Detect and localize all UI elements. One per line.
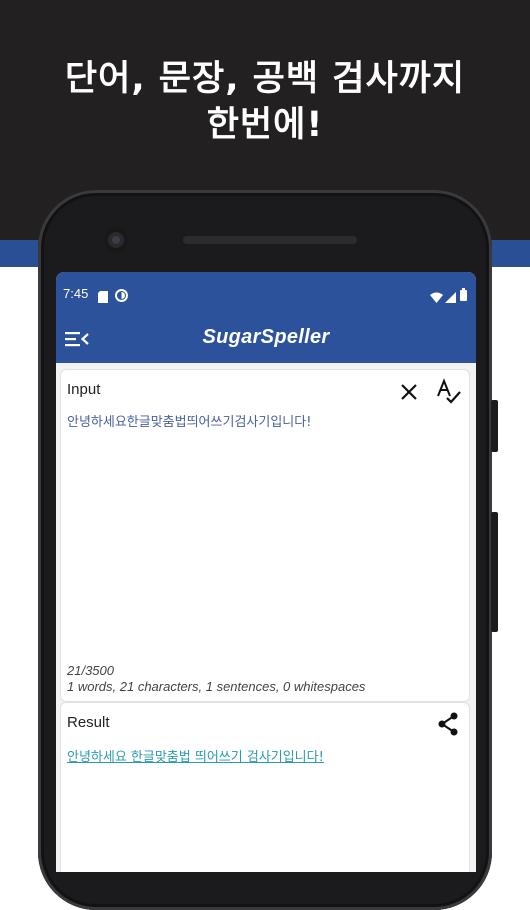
earpiece-speaker <box>183 236 357 244</box>
signal-icon <box>445 288 456 307</box>
promo-headline-line2: 한번에! <box>206 105 324 145</box>
phone-power-button <box>491 512 498 632</box>
app-bar: SugarSpeller <box>56 316 476 363</box>
app-screen: 7:45 SugarSpeller Input 안녕하세요한글맞춤법띄어쓰기검사… <box>56 272 476 872</box>
front-camera <box>103 227 129 253</box>
text-stats: 1 words, 21 characters, 1 sentences, 0 w… <box>67 679 366 694</box>
sd-card-icon <box>98 288 108 307</box>
promo-headline-line1: 단어, 문장, 공백 검사까지 <box>64 59 466 99</box>
result-label: Result <box>67 714 110 731</box>
status-time: 7:45 <box>63 286 89 301</box>
wifi-icon <box>430 288 443 307</box>
char-count: 21/3500 <box>67 663 114 678</box>
result-card: Result 안녕하세요 한글맞춤법 띄어쓰기 검사기입니다! <box>60 702 470 872</box>
app-title: SugarSpeller <box>202 326 330 348</box>
spellcheck-icon[interactable] <box>435 378 463 406</box>
status-bar: 7:45 <box>56 272 476 316</box>
input-card: Input 21/3500 1 words, 21 characters, 1 … <box>60 369 470 702</box>
close-icon[interactable] <box>397 380 421 404</box>
result-text-link[interactable]: 안녕하세요 한글맞춤법 띄어쓰기 검사기입니다! <box>67 746 324 765</box>
battery-icon <box>460 286 467 305</box>
share-icon[interactable] <box>435 711 461 737</box>
input-label: Input <box>67 381 101 398</box>
data-saver-icon <box>115 287 128 306</box>
phone-volume-button <box>491 400 498 452</box>
input-text-field[interactable] <box>67 413 457 428</box>
promo-headline: 단어, 문장, 공백 검사까지 한번에! <box>0 56 530 148</box>
